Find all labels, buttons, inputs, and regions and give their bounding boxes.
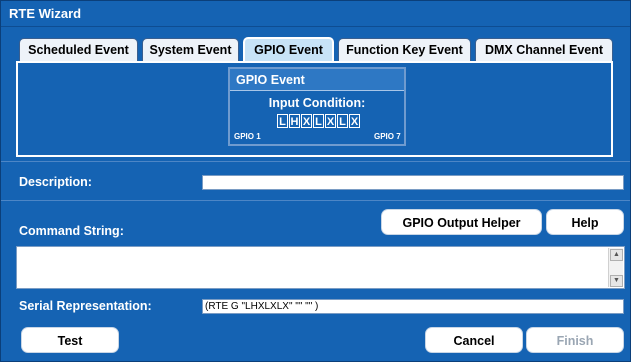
command-string-label: Command String:	[19, 224, 124, 238]
divider	[1, 200, 630, 201]
tab-function-key-event[interactable]: Function Key Event	[338, 38, 471, 61]
scroll-up-icon[interactable]: ▲	[610, 249, 623, 261]
tab-gpio-event[interactable]: GPIO Event	[243, 37, 334, 62]
cancel-button[interactable]: Cancel	[425, 327, 523, 353]
test-button[interactable]: Test	[21, 327, 119, 353]
description-label: Description:	[19, 175, 92, 189]
gpio-cell-3[interactable]: X	[301, 114, 312, 128]
serial-representation-label: Serial Representation:	[19, 299, 152, 313]
tab-dmx-channel-event[interactable]: DMX Channel Event	[475, 38, 613, 61]
tab-system-event[interactable]: System Event	[142, 38, 239, 61]
gpio-first-label: GPIO 1	[234, 132, 261, 141]
serial-representation-field: (RTE G "LHXLXLX" "" "" )	[202, 299, 624, 314]
gpio-cell-7[interactable]: X	[349, 114, 360, 128]
help-button[interactable]: Help	[546, 209, 624, 235]
gpio-cell-5[interactable]: X	[325, 114, 336, 128]
gpio-cell-6[interactable]: L	[337, 114, 348, 128]
gpio-last-label: GPIO 7	[374, 132, 401, 141]
command-scrollbar[interactable]: ▲ ▼	[608, 248, 623, 287]
window-title: RTE Wizard	[1, 1, 630, 27]
gpio-condition-cells: L H X L X L X	[277, 114, 361, 128]
gpio-cell-1[interactable]: L	[277, 114, 288, 128]
command-string-textarea[interactable]: ▲ ▼	[16, 246, 625, 289]
gpio-cell-2[interactable]: H	[289, 114, 300, 128]
gpio-output-helper-button[interactable]: GPIO Output Helper	[381, 209, 542, 235]
tab-scheduled-event[interactable]: Scheduled Event	[19, 38, 138, 61]
scroll-down-icon[interactable]: ▼	[610, 275, 623, 287]
divider	[1, 161, 630, 162]
input-condition-label: Input Condition:	[268, 96, 366, 110]
gpio-panel-header: GPIO Event	[230, 69, 404, 91]
rte-wizard-window: RTE Wizard Scheduled Event System Event …	[0, 0, 631, 362]
description-input[interactable]	[202, 175, 624, 190]
gpio-event-panel: GPIO Event Input Condition: L H X L X L …	[228, 67, 406, 146]
gpio-cell-4[interactable]: L	[313, 114, 324, 128]
finish-button[interactable]: Finish	[526, 327, 624, 353]
